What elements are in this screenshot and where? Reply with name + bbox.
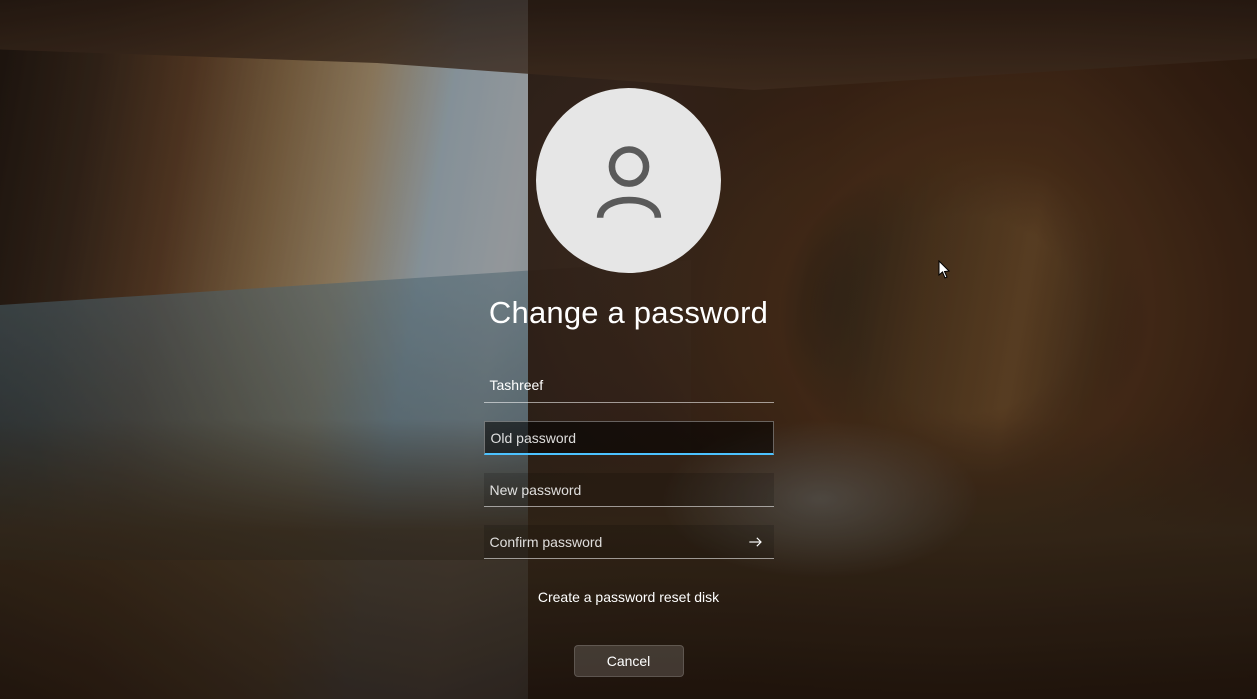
confirm-password-row <box>484 525 774 559</box>
user-avatar <box>536 88 721 273</box>
old-password-input[interactable] <box>484 421 774 455</box>
arrow-right-icon <box>746 532 766 552</box>
create-reset-disk-link[interactable]: Create a password reset disk <box>538 589 719 605</box>
old-password-row <box>484 421 774 455</box>
user-icon <box>587 139 671 223</box>
page-title: Change a password <box>489 295 768 331</box>
username-display: Tashreef <box>484 369 774 403</box>
confirm-password-input[interactable] <box>484 525 774 559</box>
cancel-button[interactable]: Cancel <box>574 645 684 677</box>
submit-arrow-button[interactable] <box>742 528 770 556</box>
new-password-row <box>484 473 774 507</box>
change-password-panel: Change a password Tashreef Create a pass… <box>0 0 1257 699</box>
new-password-input[interactable] <box>484 473 774 507</box>
username-row: Tashreef <box>484 369 774 403</box>
